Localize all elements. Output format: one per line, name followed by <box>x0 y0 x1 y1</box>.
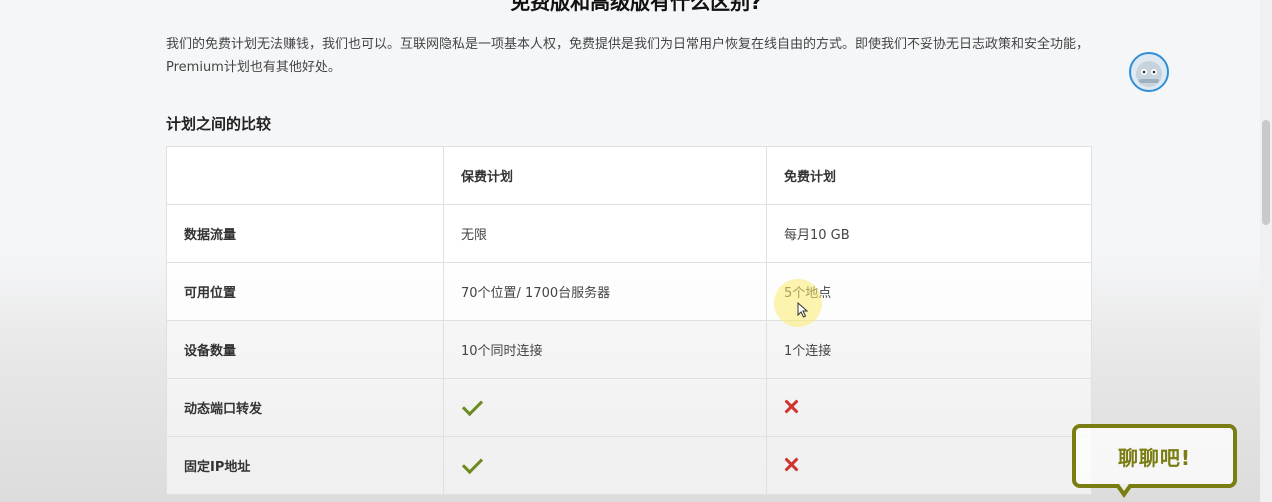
free-cell <box>766 378 1092 437</box>
premium-cell: 无限 <box>443 204 767 263</box>
table-row: 设备数量 10个同时连接 1个连接 <box>166 320 1092 379</box>
intro-paragraph: 我们的免费计划无法赚钱，我们也可以。互联网隐私是一项基本人权，免费提供是我们为日… <box>166 37 1090 75</box>
free-cell: 5个地点 <box>766 262 1092 321</box>
premium-cell <box>443 378 767 437</box>
chat-bubble-tail-inner <box>1119 484 1129 491</box>
feature-cell: 动态端口转发 <box>166 378 444 437</box>
table-row: 数据流量 无限 每月10 GB <box>166 204 1092 263</box>
cross-icon <box>784 457 798 471</box>
premium-cell: 70个位置/ 1700台服务器 <box>443 262 767 321</box>
feature-cell: 数据流量 <box>166 204 444 263</box>
free-cell: 每月10 GB <box>766 204 1092 263</box>
page-heading: 免费版和高级版有什么区别? <box>510 0 762 14</box>
page-scrollbar[interactable] <box>1260 0 1272 502</box>
feature-cell: 设备数量 <box>166 320 444 379</box>
feature-cell: 固定IP地址 <box>166 436 444 495</box>
header-cell-premium: 保费计划 <box>443 146 767 205</box>
cross-icon <box>784 399 798 413</box>
table-row: 固定IP地址 <box>166 436 1092 495</box>
header-cell-free: 免费计划 <box>766 146 1092 205</box>
section-title: 计划之间的比较 <box>166 115 272 133</box>
free-cell <box>766 436 1092 495</box>
scrollbar-thumb[interactable] <box>1262 120 1270 225</box>
premium-cell: 10个同时连接 <box>443 320 767 379</box>
check-icon <box>461 394 484 417</box>
premium-cell <box>443 436 767 495</box>
table-row: 动态端口转发 <box>166 378 1092 437</box>
comparison-table: 保费计划 免费计划 数据流量 无限 每月10 GB 可用位置 70个位置/ 17… <box>166 146 1092 495</box>
support-avatar-icon[interactable] <box>1129 52 1169 92</box>
table-header-row: 保费计划 免费计划 <box>166 146 1092 205</box>
header-cell-feature <box>166 146 444 205</box>
free-cell: 1个连接 <box>766 320 1092 379</box>
chat-button[interactable]: 聊聊吧! <box>1072 424 1237 488</box>
feature-cell: 可用位置 <box>166 262 444 321</box>
robot-icon <box>1136 61 1162 87</box>
table-row: 可用位置 70个位置/ 1700台服务器 5个地点 <box>166 262 1092 321</box>
check-icon <box>461 452 484 475</box>
